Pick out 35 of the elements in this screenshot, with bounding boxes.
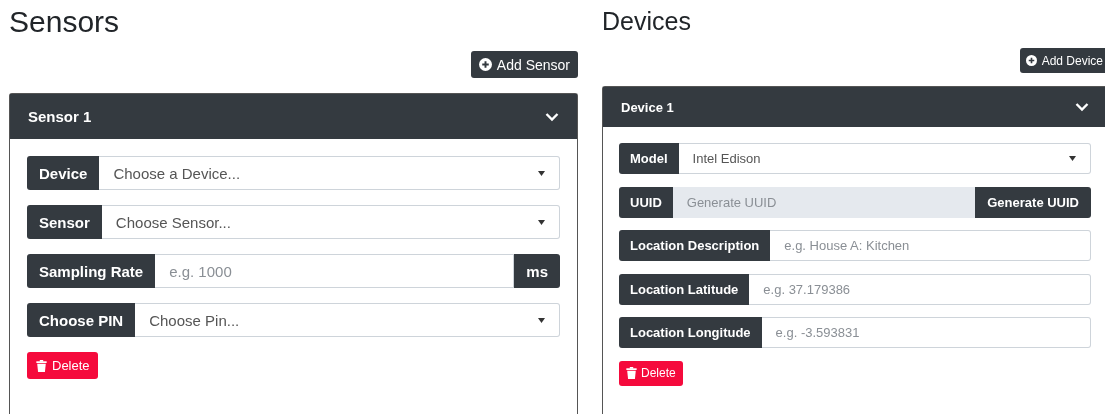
select-field[interactable]: Intel Edison bbox=[678, 143, 1091, 174]
field-label: Model bbox=[619, 143, 679, 174]
generate-button[interactable]: Generate UUID bbox=[975, 186, 1091, 218]
field-label: Location Latitude bbox=[619, 273, 750, 305]
field-label: UUID bbox=[619, 186, 673, 218]
chevron-icon[interactable] bbox=[1075, 102, 1089, 112]
select-field[interactable]: Choose Sensor... bbox=[101, 205, 560, 239]
panel-title: Device 1 bbox=[621, 99, 674, 115]
select-field[interactable]: Choose a Device... bbox=[99, 156, 560, 190]
caret-icon bbox=[1069, 156, 1076, 161]
delete-button[interactable]: Delete bbox=[27, 352, 98, 379]
chevron-icon[interactable] bbox=[545, 111, 559, 122]
field-label: Location Longitude bbox=[619, 317, 762, 348]
panel-title: Sensor 1 bbox=[28, 108, 92, 125]
delete-button[interactable]: Delete bbox=[619, 360, 683, 386]
section-heading: Devices bbox=[602, 6, 692, 37]
trash-icon bbox=[35, 359, 48, 372]
add-button[interactable]: Add Device bbox=[1019, 48, 1105, 73]
section-heading: Sensors bbox=[9, 4, 121, 40]
caret-icon bbox=[538, 170, 545, 176]
field-label: Location Description bbox=[619, 230, 771, 261]
field-label: Sampling Rate bbox=[27, 254, 156, 288]
panel-header[interactable]: Sensor 1 bbox=[10, 94, 577, 139]
field-label: Choose PIN bbox=[27, 303, 136, 337]
caret-icon bbox=[538, 317, 545, 323]
add-button[interactable]: Add Sensor bbox=[470, 51, 578, 78]
field-label: Device bbox=[27, 156, 100, 190]
select-field[interactable]: Choose Pin... bbox=[135, 303, 560, 337]
field-label: Sensor bbox=[27, 205, 102, 239]
plus-circle-icon bbox=[1025, 55, 1037, 66]
panel-header[interactable]: Device 1 bbox=[603, 87, 1105, 127]
plus-circle-icon bbox=[478, 58, 492, 71]
trash-icon bbox=[626, 367, 637, 379]
caret-icon bbox=[538, 219, 545, 225]
unit-label: ms bbox=[514, 254, 560, 288]
